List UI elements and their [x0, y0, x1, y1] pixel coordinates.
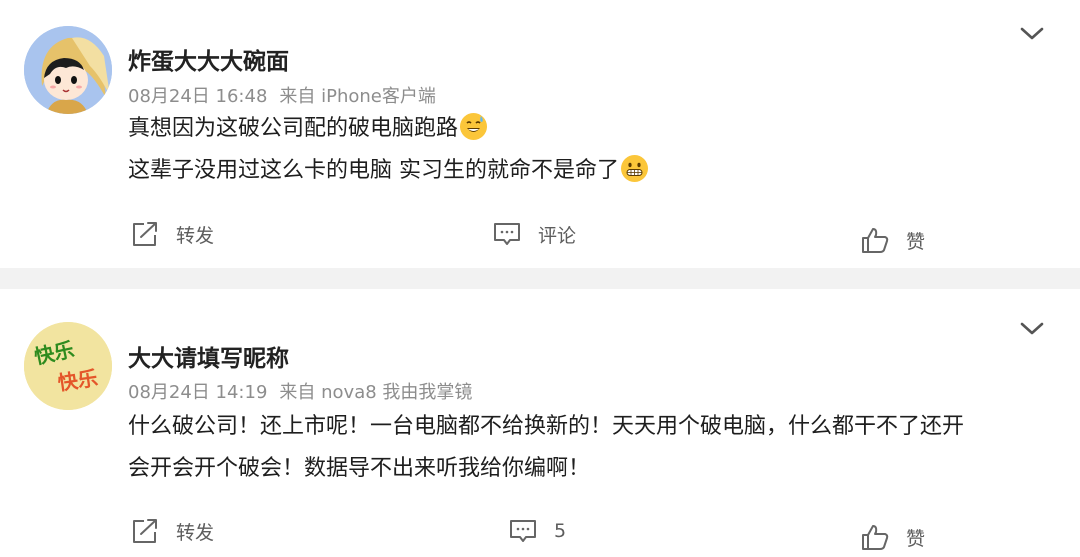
post-line-text: 这辈子没用过这么卡的电脑 实习生的就命不是命了 — [128, 158, 619, 183]
chevron-down-icon[interactable] — [1018, 319, 1046, 339]
post-card: 快乐 快乐 大大请填写昵称 08月24日 14:19 来自 nova8 我由我掌镜… — [0, 289, 1080, 557]
post-meta: 08月24日 14:19 来自 nova8 我由我掌镜 — [128, 378, 472, 404]
share-button[interactable]: 转发 — [130, 214, 214, 254]
like-button[interactable]: 赞 — [860, 220, 925, 260]
comment-icon — [494, 223, 520, 245]
share-button[interactable]: 转发 — [130, 511, 214, 551]
like-icon — [862, 525, 889, 550]
post-actions: 转发 5 赞 — [0, 511, 1080, 551]
post-text: 什么破公司！还上市呢！一台电脑都不给换新的！天天用个破电脑，什么都干不了还开 会… — [128, 406, 1044, 490]
post-actions: 转发 评论 赞 — [0, 214, 1080, 254]
avatar-image — [24, 26, 112, 114]
post-time: 08月24日 14:19 — [128, 382, 268, 403]
post-card: 炸蛋大大大碗面 08月24日 16:48 来自 iPhone客户端 真想因为这破公… — [0, 0, 1080, 268]
post-meta: 08月24日 16:48 来自 iPhone客户端 — [128, 82, 436, 108]
comment-count: 5 — [554, 520, 567, 542]
username[interactable]: 大大请填写昵称 — [128, 339, 289, 373]
avatar[interactable] — [24, 26, 112, 114]
sweat-smile-emoji — [460, 113, 488, 140]
comment-label: 评论 — [538, 224, 577, 247]
post-source: 来自 nova8 我由我掌镜 — [279, 382, 473, 403]
like-button[interactable]: 赞 — [860, 517, 925, 557]
post-line: 什么破公司！还上市呢！一台电脑都不给换新的！天天用个破电脑，什么都干不了还开 — [128, 414, 965, 439]
post-line: 会开会开个破会！数据导不出来听我给你编啊！ — [128, 456, 591, 481]
post-time: 08月24日 16:48 — [128, 86, 268, 107]
like-label: 赞 — [906, 230, 926, 253]
share-icon — [133, 222, 157, 246]
chevron-down-icon[interactable] — [1018, 24, 1046, 44]
post-line-text: 真想因为这破公司配的破电脑跑路 — [128, 116, 459, 141]
grimace-emoji — [621, 155, 648, 182]
post-line: 这辈子没用过这么卡的电脑 实习生的就命不是命了 — [128, 150, 1044, 192]
post-line: 真想因为这破公司配的破电脑跑路 — [128, 108, 1044, 150]
post-text: 真想因为这破公司配的破电脑跑路 这辈子没用过这么卡的电脑 实习生的就命不是命了 — [128, 108, 1044, 192]
username[interactable]: 炸蛋大大大碗面 — [128, 42, 289, 76]
like-icon — [862, 228, 889, 253]
comment-icon — [510, 520, 536, 542]
share-label: 转发 — [176, 521, 215, 544]
like-label: 赞 — [906, 527, 926, 550]
share-label: 转发 — [176, 224, 215, 247]
comment-button[interactable]: 评论 — [492, 214, 576, 254]
post-source: 来自 iPhone客户端 — [279, 86, 436, 107]
share-icon — [133, 519, 157, 543]
avatar[interactable]: 快乐 快乐 — [24, 322, 112, 410]
comment-button[interactable]: 5 — [508, 511, 566, 551]
avatar-image: 快乐 快乐 — [24, 322, 112, 410]
